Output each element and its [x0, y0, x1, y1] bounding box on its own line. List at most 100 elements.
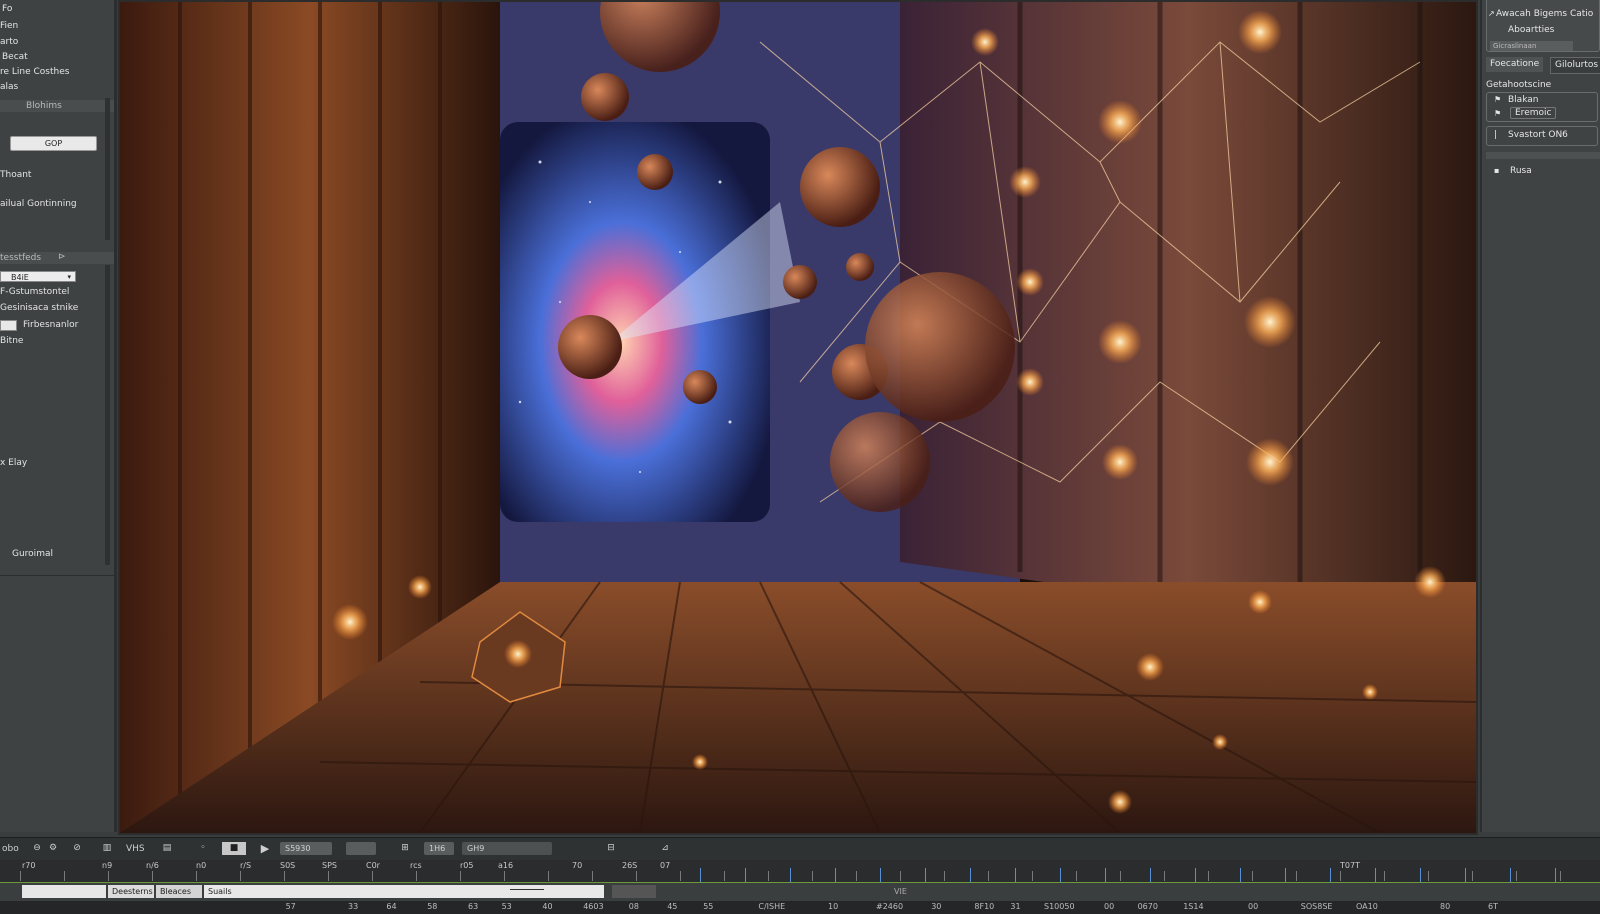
- value-field[interactable]: B4iE ▾: [0, 271, 76, 282]
- range-line: [510, 889, 544, 890]
- keyframe-marker[interactable]: [1420, 868, 1421, 882]
- tab-foecatione[interactable]: Foecatione: [1486, 57, 1544, 72]
- keyframe-marker[interactable]: [1150, 868, 1151, 882]
- keyframe-marker[interactable]: [1510, 868, 1511, 882]
- panel-item[interactable]: Thoant: [0, 170, 31, 180]
- menu-item[interactable]: Fien: [0, 21, 18, 31]
- keyframe-marker[interactable]: [880, 868, 881, 882]
- clip[interactable]: [612, 885, 656, 898]
- ruler-tick: [1384, 871, 1385, 881]
- group-item[interactable]: Blakan: [1508, 95, 1538, 105]
- grid-icon[interactable]: ⊟: [604, 842, 618, 855]
- timeline-number: 00: [1248, 902, 1259, 911]
- circle-s-icon[interactable]: ⊖: [30, 842, 44, 855]
- ruler-label: r/S: [240, 861, 252, 870]
- panel-item[interactable]: F-Gstumstontel: [0, 287, 69, 297]
- timeline-number: 55: [703, 902, 714, 911]
- menu-item[interactable]: arto: [0, 37, 18, 47]
- ruler-label: r70: [22, 861, 36, 870]
- section-header[interactable]: Blohims: [0, 100, 114, 112]
- menu-item[interactable]: alas: [0, 82, 18, 92]
- header-field[interactable]: Gicraslinaan: [1490, 41, 1573, 51]
- scrollbar[interactable]: [105, 98, 110, 240]
- timeline-number: 45: [667, 902, 678, 911]
- scrollbar[interactable]: [105, 265, 110, 565]
- gop-button[interactable]: GOP: [10, 136, 97, 151]
- box-icon[interactable]: ▤: [160, 842, 174, 855]
- timeline-number: 57: [285, 902, 296, 911]
- clip[interactable]: Deesterns: [108, 885, 154, 898]
- keyframe-marker[interactable]: [1240, 868, 1241, 882]
- stop-icon[interactable]: ■: [222, 842, 246, 855]
- panel-item[interactable]: x Elay: [0, 458, 27, 468]
- ruler-tick: [1032, 871, 1033, 881]
- time-field[interactable]: S5930: [280, 842, 332, 855]
- menu-item[interactable]: re Line Costhes: [0, 67, 69, 77]
- value-field[interactable]: GH9: [462, 842, 552, 855]
- keyframe-marker[interactable]: [1555, 868, 1556, 882]
- grid-icon[interactable]: ⊘: [70, 842, 84, 855]
- clip[interactable]: [22, 885, 106, 898]
- vr-icon[interactable]: ▥: [100, 842, 114, 855]
- ruler-tick: [196, 871, 197, 881]
- ruler-label: C0r: [366, 861, 380, 870]
- ruler-tick: [548, 871, 549, 881]
- timeline-number: OA10: [1356, 902, 1378, 911]
- keyframe-marker[interactable]: [1330, 868, 1331, 882]
- render-viewport[interactable]: [118, 0, 1478, 835]
- group-item[interactable]: Eremoic: [1510, 107, 1557, 119]
- option-item[interactable]: Rusa: [1510, 166, 1532, 176]
- dot-icon[interactable]: ◦: [196, 842, 210, 855]
- panel-item[interactable]: Guroimal: [12, 549, 53, 559]
- panel-item[interactable]: Gesinisaca stnike: [0, 303, 78, 313]
- keyframe-marker[interactable]: [835, 868, 836, 882]
- option-item[interactable]: Svastort ON6: [1508, 130, 1568, 140]
- frame-field[interactable]: [346, 842, 376, 855]
- ruler-tick: [460, 871, 461, 881]
- menu-item[interactable]: Becat: [2, 52, 28, 62]
- keyframe-marker[interactable]: [925, 868, 926, 882]
- flag-icon: ⚑: [1494, 109, 1502, 118]
- pin-icon[interactable]: ⊳: [58, 252, 66, 262]
- clip[interactable]: Suails: [204, 885, 604, 898]
- clip[interactable]: Bleaces: [156, 885, 202, 898]
- tab-gilolurtos[interactable]: Gilolurtos: [1550, 57, 1600, 74]
- keyframe-marker[interactable]: [1060, 868, 1061, 882]
- timeline[interactable]: r70 n9 n/6 n0 r/S S0S SPS C0r rcs r05 a16 70 26S 07 T0…: [0, 860, 1600, 914]
- panel-item[interactable]: Bitne: [0, 336, 23, 346]
- panel-item[interactable]: Firbesnanlor: [23, 320, 78, 330]
- value-field-text: B4iE: [11, 273, 29, 282]
- play-icon[interactable]: ▶: [258, 842, 272, 855]
- box-icon[interactable]: ⊞: [398, 842, 412, 855]
- vhs-label[interactable]: VHS: [126, 842, 145, 856]
- ruler-tick: [900, 871, 901, 881]
- keyframe-marker[interactable]: [790, 868, 791, 882]
- ruler-tick: [1164, 871, 1165, 881]
- timeline-number: 30: [931, 902, 942, 911]
- keyframe-marker[interactable]: [1465, 868, 1466, 882]
- checkbox[interactable]: [0, 320, 17, 331]
- keyframe-marker[interactable]: [700, 868, 701, 882]
- chevron-down-icon[interactable]: ▾: [67, 272, 71, 283]
- panel-item[interactable]: ailual Gontinning: [0, 199, 77, 209]
- timeline-number: 6T: [1488, 902, 1498, 911]
- keyframe-marker[interactable]: [1105, 868, 1106, 882]
- keyframe-marker[interactable]: [970, 868, 971, 882]
- ruler-tick: [20, 871, 21, 881]
- keyframe-marker[interactable]: [1195, 868, 1196, 882]
- link-icon[interactable]: ⊿: [658, 842, 672, 855]
- keyframe-marker[interactable]: [745, 868, 746, 882]
- settings-icon[interactable]: ⚙: [46, 842, 60, 855]
- menu-item[interactable]: Fo: [2, 4, 12, 14]
- timeline-number: 00: [1104, 902, 1115, 911]
- ruler-tick: [1472, 871, 1473, 881]
- keyframe-marker[interactable]: [1375, 868, 1376, 882]
- section-header[interactable]: tesstfeds ⊳: [0, 252, 114, 264]
- timeline-track[interactable]: Deesterns Bleaces Suails VIE: [0, 883, 1600, 901]
- value-field[interactable]: 1H6: [424, 842, 454, 855]
- keyframe-marker[interactable]: [1015, 868, 1016, 882]
- timeline-ruler[interactable]: r70 n9 n/6 n0 r/S S0S SPS C0r rcs r05 a16 70 26S 07 T0…: [0, 860, 1600, 883]
- ruler-tick: [724, 871, 725, 881]
- ruler-tick: [1252, 871, 1253, 881]
- keyframe-marker[interactable]: [1285, 868, 1286, 882]
